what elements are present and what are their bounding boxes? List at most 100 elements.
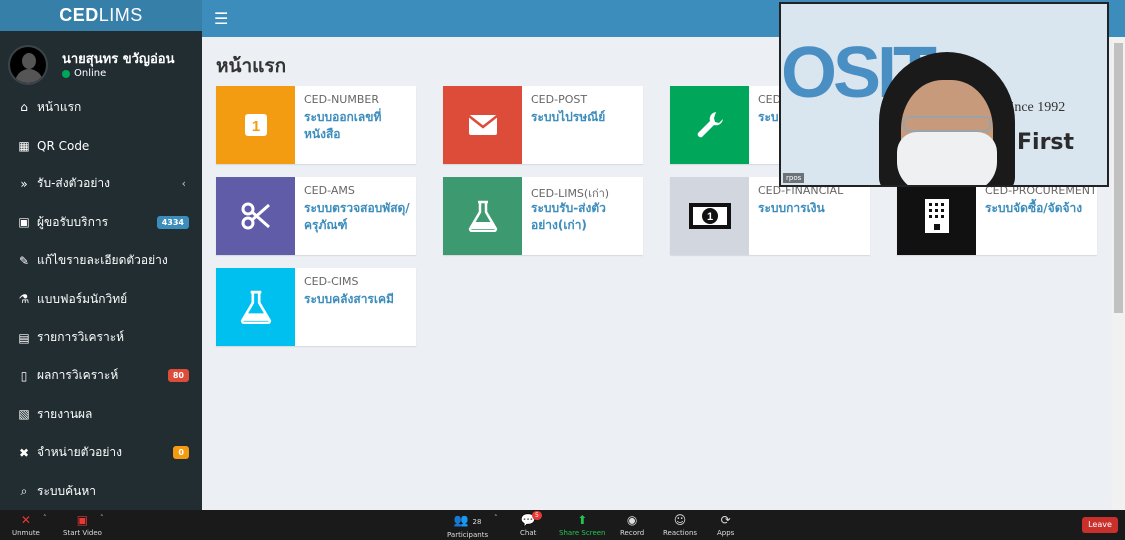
- video-first-text: First: [1017, 130, 1075, 155]
- participants-button[interactable]: 👥 28 Participants: [447, 512, 488, 540]
- tile-icon-box: [670, 86, 749, 164]
- sidebar: CEDLIMS นายสุนทร ขวัญอ่อน Online ⌂ หน้าแร…: [0, 0, 202, 510]
- reactions-button[interactable]: ☺ Reactions: [663, 512, 697, 538]
- participants-icon: 👥 28: [453, 513, 482, 527]
- reactions-icon: ☺: [673, 513, 687, 527]
- participants-count: 28: [472, 518, 482, 526]
- file-icon: ▯: [20, 368, 28, 383]
- record-icon: ◉: [626, 513, 638, 527]
- tile-name: ระบบตรวจสอบพัสดุ/ครุภัณฑ์: [304, 201, 410, 232]
- sidebar-item-report[interactable]: ▧ รายงานผล: [0, 395, 202, 433]
- logo-bold: CED: [59, 5, 99, 25]
- sidebar-menu: ⌂ หน้าแรก ▦ QR Code » รับ-ส่งตัวอย่าง ‹ ▣ ผู้…: [0, 88, 202, 510]
- number-one-icon: 1: [244, 114, 267, 136]
- online-dot-icon: [62, 69, 70, 78]
- sidebar-item-qrcode[interactable]: ▦ QR Code: [0, 126, 202, 164]
- id-card-icon: ▣: [18, 215, 30, 230]
- user-name: นายสุนทร ขวัญอ่อน: [62, 52, 175, 67]
- book-icon: ▤: [18, 330, 30, 345]
- unmute-button[interactable]: ✕ Unmute: [12, 512, 40, 538]
- tile-code: CED-POST: [531, 93, 588, 106]
- times-icon: ✖: [18, 445, 30, 460]
- page-scrollbar[interactable]: [1112, 37, 1125, 510]
- sidebar-item-dispose-sample[interactable]: ✖ จำหน่ายตัวอย่าง 0: [0, 434, 202, 472]
- start-video-button[interactable]: ▣ Start Video: [63, 512, 102, 538]
- tile-name: ระบบไปรษณีย์: [531, 110, 606, 124]
- sidebar-item-search[interactable]: ⌕ ระบบค้นหา: [0, 472, 202, 510]
- building-icon: [924, 199, 949, 233]
- flask-icon: [240, 290, 271, 324]
- tile-ced-lims-old[interactable]: CED-LIMS(เก่า) ระบบรับ-ส่งตัวอย่าง(เก่า): [443, 177, 643, 255]
- leave-button[interactable]: Leave: [1082, 517, 1118, 533]
- flask-icon: [468, 200, 497, 232]
- search-doc-icon: ⌕: [20, 483, 28, 498]
- muted-mic-icon: ✕: [20, 513, 31, 527]
- record-button[interactable]: ◉ Record: [620, 512, 644, 538]
- apps-button[interactable]: ⟳ Apps: [717, 512, 734, 538]
- wrench-icon: [697, 112, 723, 138]
- sidebar-item-home[interactable]: ⌂ หน้าแรก: [0, 88, 202, 126]
- tile-icon-box: 1: [216, 86, 295, 164]
- page-title: หน้าแรก: [216, 55, 287, 77]
- share-screen-button[interactable]: ⬆ Share Screen: [559, 512, 606, 538]
- envelope-icon: [467, 115, 498, 135]
- face-mask-icon: [897, 132, 997, 185]
- video-options-caret-icon[interactable]: ˄: [100, 514, 104, 522]
- sidebar-item-analysis-list[interactable]: ▤ รายการวิเคราะห์: [0, 318, 202, 356]
- chevron-left-icon: ‹: [181, 177, 186, 191]
- sidebar-item-scientist-form[interactable]: ⚗ แบบฟอร์มนักวิทย์: [0, 280, 202, 318]
- sidebar-item-analysis-results[interactable]: ▯ ผลการวิเคราะห์ 80: [0, 357, 202, 395]
- tile-ced-ams[interactable]: CED-AMS ระบบตรวจสอบพัสดุ/ครุภัณฑ์: [216, 177, 416, 255]
- tile-ced-number[interactable]: 1 CED-NUMBER ระบบออกเลขที่หนังสือ: [216, 86, 416, 164]
- app-logo[interactable]: CEDLIMS: [0, 0, 202, 31]
- tile-code: CED-NUMBER: [304, 93, 379, 106]
- svg-text:1: 1: [251, 118, 259, 135]
- share-screen-icon: ⬆: [577, 513, 588, 527]
- pdf-icon: ▧: [18, 407, 30, 422]
- qrcode-icon: ▦: [18, 138, 30, 153]
- tile-ced-cims[interactable]: CED-CIMS ระบบคลังสารเคมี: [216, 268, 416, 346]
- video-off-icon: ▣: [76, 513, 89, 527]
- sidebar-item-clients[interactable]: ▣ ผู้ขอรับบริการ 4334: [0, 203, 202, 241]
- clients-badge: 4334: [156, 215, 189, 229]
- tile-ced-post[interactable]: CED-POST ระบบไปรษณีย์: [443, 86, 643, 164]
- tile-icon-box: [897, 177, 976, 255]
- audio-options-caret-icon[interactable]: ˄: [43, 514, 47, 522]
- tile-name: ระบบออกเลขที่หนังสือ: [304, 110, 382, 141]
- participant-name-label: rpos: [783, 173, 805, 183]
- video-call-window[interactable]: OSIT since 1992 First rpos: [779, 2, 1109, 187]
- meeting-toolbar: ✕ Unmute ˄ ▣ Start Video ˄ 👥 28 Participant…: [0, 510, 1125, 540]
- hamburger-menu-icon[interactable]: ☰: [214, 9, 228, 28]
- apps-icon: ⟳: [720, 513, 731, 527]
- tile-code: CED-CIMS: [304, 275, 359, 288]
- dispose-badge: 0: [173, 446, 189, 460]
- chat-badge: 5: [532, 511, 542, 520]
- double-chevron-icon: »: [20, 176, 28, 191]
- money-icon: 1: [688, 203, 731, 229]
- user-panel: นายสุนทร ขวัญอ่อน Online: [0, 31, 202, 88]
- avatar: [8, 45, 48, 85]
- tile-icon-box: [216, 177, 295, 255]
- tile-ced-procurement[interactable]: CED-PROCUREMENT ระบบจัดซื้อ/จัดจ้าง: [897, 177, 1097, 255]
- results-badge: 80: [167, 369, 189, 383]
- participants-caret-icon[interactable]: ˄: [494, 514, 498, 522]
- flask-icon: ⚗: [18, 292, 30, 307]
- sidebar-item-edit-sample[interactable]: ✎ แก้ไขรายละเอียดตัวอย่าง: [0, 242, 202, 280]
- tile-ced-financial[interactable]: 1 CED-FINANCIAL ระบบการเงิน: [670, 177, 870, 255]
- user-status-label: Online: [74, 68, 107, 79]
- tile-icon-box: 1: [670, 177, 749, 255]
- scrollbar-thumb[interactable]: [1114, 43, 1123, 313]
- sidebar-item-sample-transfer[interactable]: » รับ-ส่งตัวอย่าง ‹: [0, 165, 202, 203]
- logo-rest: LIMS: [98, 5, 143, 25]
- tile-icon-box: [443, 177, 522, 255]
- app-window: CEDLIMS นายสุนทร ขวัญอ่อน Online ⌂ หน้าแร…: [0, 0, 1125, 540]
- tile-name: ระบบจัดซื้อ/จัดจ้าง: [985, 201, 1083, 215]
- home-icon: ⌂: [20, 100, 28, 115]
- edit-icon: ✎: [18, 253, 30, 268]
- chat-button[interactable]: 💬 5 Chat: [520, 511, 542, 538]
- tile-name: ระบบการเงิน: [758, 201, 825, 215]
- tile-icon-box: [216, 268, 295, 346]
- svg-text:1: 1: [706, 211, 712, 223]
- tile-icon-box: [443, 86, 522, 164]
- tile-name: ระบบรับ-ส่งตัวอย่าง(เก่า): [531, 201, 606, 232]
